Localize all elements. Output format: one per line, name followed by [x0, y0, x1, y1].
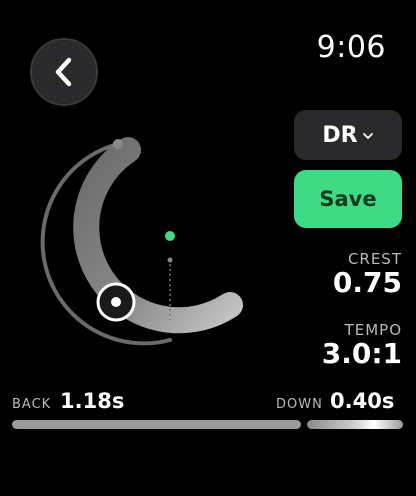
back-button[interactable] [30, 38, 98, 106]
crest-value: 0.75 [332, 266, 402, 299]
chevron-left-icon [51, 55, 77, 89]
dial-handle-center [111, 297, 121, 307]
down-label: DOWN [276, 397, 323, 412]
back-time-slider[interactable] [12, 420, 301, 429]
watch-screen: 9:06 DR Save CREST 0.75 TEMPO 3.0:1 BACK… [0, 0, 416, 496]
down-time-slider[interactable] [307, 420, 403, 429]
clock-time: 9:06 [316, 30, 386, 65]
chevron-down-icon [362, 131, 374, 141]
reference-dot [167, 257, 173, 263]
save-button[interactable]: Save [294, 170, 402, 228]
mode-dropdown-button[interactable]: DR [294, 110, 402, 160]
arc-start-knob [113, 139, 123, 149]
mode-label: DR [322, 122, 358, 148]
envelope-dial[interactable] [40, 120, 260, 360]
back-label: BACK [12, 397, 52, 412]
back-value: 1.18s [60, 389, 125, 413]
center-indicator-dot [165, 231, 175, 241]
down-value: 0.40s [330, 389, 395, 413]
tempo-value: 3.0:1 [321, 337, 402, 370]
